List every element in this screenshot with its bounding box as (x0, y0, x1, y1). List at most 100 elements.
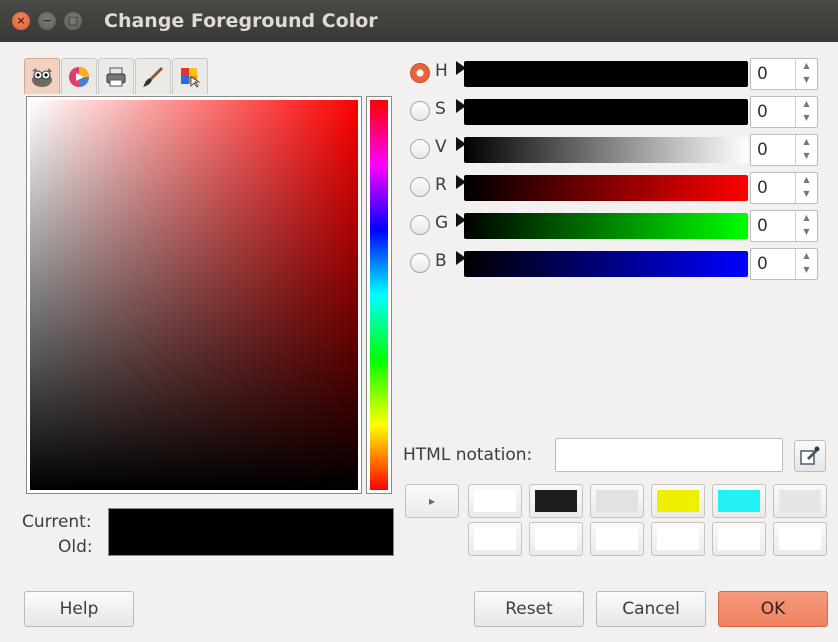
channel-row-g: G 0 ▲ ▼ (410, 210, 830, 242)
saturation-value-gradient (30, 100, 358, 490)
spin-value-r: 0 (757, 178, 768, 198)
channel-label-g: G (435, 213, 449, 233)
tab-color-wheel[interactable] (61, 58, 97, 94)
channel-row-b: B 0 ▲ ▼ (410, 248, 830, 280)
channel-label-v: V (435, 137, 447, 157)
gimp-wilber-icon (32, 67, 52, 87)
triangle-right-icon: ▸ (428, 494, 436, 508)
spin-s[interactable]: 0 ▲ ▼ (750, 96, 818, 128)
tab-palette[interactable] (172, 58, 208, 94)
spin-h[interactable]: 0 ▲ ▼ (750, 58, 818, 90)
window-minimize-button[interactable]: − (38, 12, 56, 30)
spin-up-icon[interactable]: ▲ (796, 59, 817, 73)
channel-row-r: R 0 ▲ ▼ (410, 172, 830, 204)
eyedropper-icon (800, 446, 820, 465)
history-swatch-button[interactable] (712, 484, 766, 518)
color-picker-button[interactable] (794, 440, 826, 472)
history-swatch-button[interactable] (773, 484, 827, 518)
spin-up-icon[interactable]: ▲ (796, 97, 817, 111)
history-swatch-button[interactable] (468, 522, 522, 556)
history-swatch-color (535, 490, 577, 512)
tab-cmyk[interactable] (98, 58, 134, 94)
history-swatch-button[interactable] (590, 522, 644, 556)
window-maximize-button[interactable]: □ (64, 12, 82, 30)
spin-g[interactable]: 0 ▲ ▼ (750, 210, 818, 242)
spin-down-icon[interactable]: ▼ (796, 263, 817, 277)
hue-gradient (370, 100, 388, 490)
history-swatch-color (718, 528, 760, 550)
color-wheel-icon (69, 66, 89, 87)
spin-up-icon[interactable]: ▲ (796, 249, 817, 263)
spin-v[interactable]: 0 ▲ ▼ (750, 134, 818, 166)
saturation-value-picker[interactable] (26, 96, 362, 494)
channel-label-h: H (435, 61, 448, 81)
history-swatch-color (596, 490, 638, 512)
palette-icon (181, 67, 201, 88)
tab-watercolor[interactable] (135, 58, 171, 94)
history-swatch-button[interactable] (651, 522, 705, 556)
history-swatch-button[interactable] (468, 484, 522, 518)
slider-s[interactable] (456, 99, 748, 125)
radio-b[interactable] (410, 253, 430, 273)
spin-arrows: ▲ ▼ (795, 97, 817, 127)
history-swatch-color (474, 528, 516, 550)
tab-gimp-selector[interactable] (24, 58, 60, 94)
minimize-icon: − (42, 14, 52, 27)
html-notation-input[interactable] (555, 438, 783, 472)
spin-r[interactable]: 0 ▲ ▼ (750, 172, 818, 204)
radio-r[interactable] (410, 177, 430, 197)
spin-value-h: 0 (757, 64, 768, 84)
spin-down-icon[interactable]: ▼ (796, 149, 817, 163)
radio-g[interactable] (410, 215, 430, 235)
spin-up-icon[interactable]: ▲ (796, 173, 817, 187)
history-swatch-button[interactable] (590, 484, 644, 518)
radio-v[interactable] (410, 139, 430, 159)
slider-h[interactable] (456, 61, 748, 87)
history-swatch-button[interactable] (712, 522, 766, 556)
slider-b[interactable] (456, 251, 748, 277)
spin-down-icon[interactable]: ▼ (796, 73, 817, 87)
channel-row-v: V 0 ▲ ▼ (410, 134, 830, 166)
history-swatch-color (657, 490, 699, 512)
slider-r[interactable] (456, 175, 748, 201)
paintbrush-icon (143, 66, 163, 87)
radio-h[interactable] (410, 63, 430, 83)
channel-label-r: R (435, 175, 447, 195)
channel-row-h: H 0 ▲ ▼ (410, 58, 830, 90)
current-old-color-swatch (108, 508, 394, 556)
history-swatch-button[interactable] (651, 484, 705, 518)
printer-icon (106, 67, 126, 86)
spin-down-icon[interactable]: ▼ (796, 187, 817, 201)
cancel-button[interactable]: Cancel (596, 591, 706, 627)
spin-value-s: 0 (757, 102, 768, 122)
spin-down-icon[interactable]: ▼ (796, 111, 817, 125)
spin-value-v: 0 (757, 140, 768, 160)
help-button[interactable]: Help (24, 591, 134, 627)
ok-button[interactable]: OK (718, 591, 828, 627)
window-close-button[interactable]: × (12, 12, 30, 30)
history-swatch-button[interactable] (773, 522, 827, 556)
slider-g[interactable] (456, 213, 748, 239)
hue-slider[interactable] (366, 96, 392, 494)
channel-label-b: B (435, 251, 447, 271)
history-swatch-color (596, 528, 638, 550)
spin-down-icon[interactable]: ▼ (796, 225, 817, 239)
spin-value-g: 0 (757, 216, 768, 236)
history-toggle-button[interactable]: ▸ (405, 484, 459, 518)
spin-up-icon[interactable]: ▲ (796, 211, 817, 225)
html-notation-label: HTML notation: (403, 445, 533, 465)
channel-label-s: S (435, 99, 446, 119)
reset-button[interactable]: Reset (474, 591, 584, 627)
spin-arrows: ▲ ▼ (795, 59, 817, 89)
maximize-icon: □ (67, 14, 79, 27)
spin-b[interactable]: 0 ▲ ▼ (750, 248, 818, 280)
channel-row-s: S 0 ▲ ▼ (410, 96, 830, 128)
radio-s[interactable] (410, 101, 430, 121)
slider-v[interactable] (456, 137, 748, 163)
history-swatch-button[interactable] (529, 522, 583, 556)
history-swatch-color (474, 490, 516, 512)
spin-up-icon[interactable]: ▲ (796, 135, 817, 149)
window-titlebar: × − □ Change Foreground Color (0, 0, 838, 42)
history-swatch-button[interactable] (529, 484, 583, 518)
history-swatch-color (535, 528, 577, 550)
